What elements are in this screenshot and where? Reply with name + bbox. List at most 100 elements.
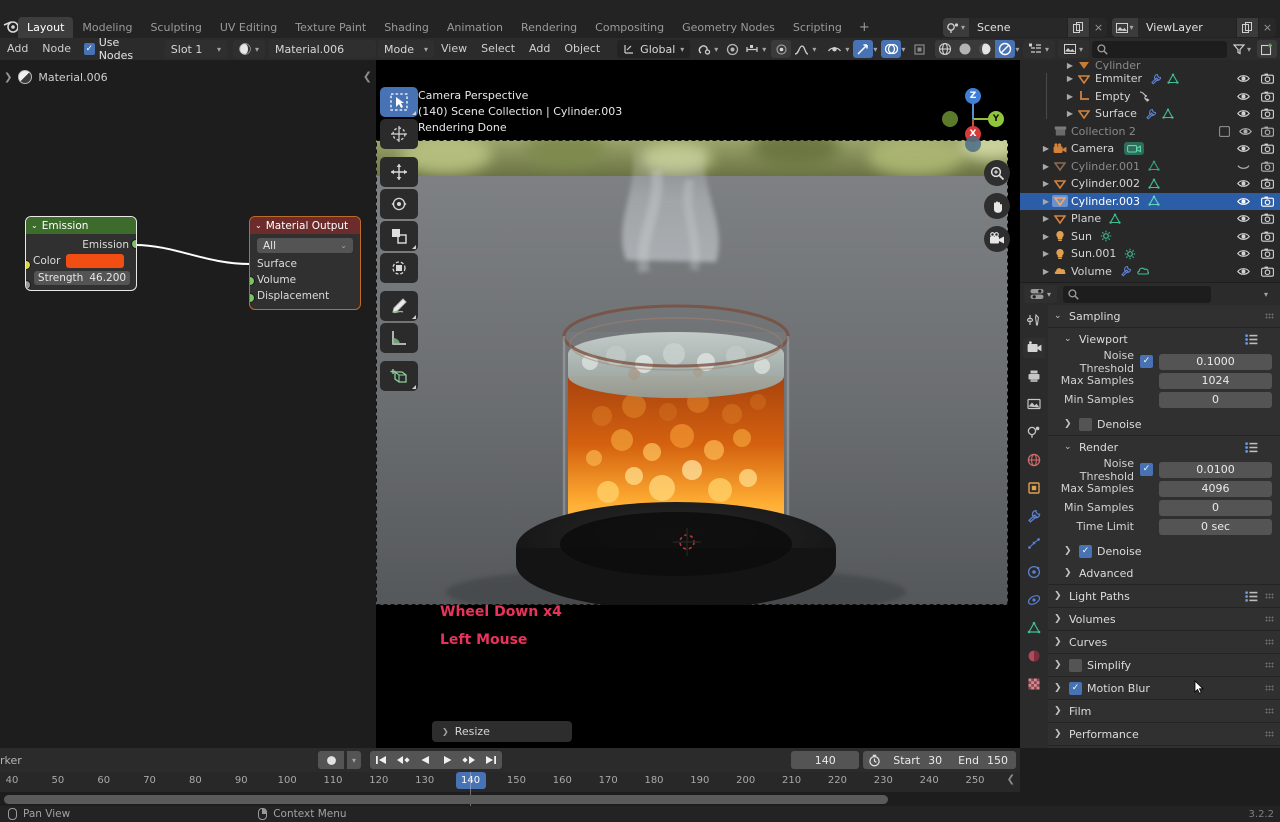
gizmo-axis-neg-z[interactable] (965, 136, 981, 152)
transform-tool[interactable] (380, 253, 418, 283)
panel-render[interactable]: ⌄ Render Noise Threshold ✓ 0.0100 Max Sa… (1048, 436, 1280, 540)
min-samples-value[interactable]: 0 (1159, 499, 1272, 516)
min-samples-value[interactable]: 0 (1159, 391, 1272, 408)
annotate-tool[interactable] (380, 291, 418, 321)
tab-render[interactable] (1023, 338, 1045, 358)
eye-icon[interactable] (1237, 91, 1250, 102)
outliner-row-surface[interactable]: ▶ Surface (1020, 104, 1280, 123)
modifier-icon[interactable] (1145, 108, 1157, 120)
viewport-menu-object[interactable]: Object (557, 40, 607, 58)
mesh-data-icon[interactable] (1148, 178, 1160, 190)
output-target-dropdown[interactable]: All ⌄ (257, 238, 353, 253)
jump-to-end-button[interactable] (480, 751, 502, 769)
mesh-data-icon[interactable] (1109, 213, 1121, 225)
camera-render-icon[interactable] (1261, 231, 1274, 242)
play-reverse-button[interactable] (414, 751, 436, 769)
snap-increment-icon[interactable] (742, 40, 762, 58)
chevron-down-icon[interactable]: ⌄ (31, 221, 38, 230)
eye-icon[interactable] (1237, 213, 1250, 224)
camera-view-icon[interactable] (984, 226, 1010, 252)
snap-magnet-icon[interactable] (694, 40, 714, 58)
eye-closed-icon[interactable] (1237, 161, 1250, 172)
expand-arrow-icon[interactable]: ▶ (1040, 144, 1052, 153)
show-gizmo-icon[interactable] (853, 40, 874, 58)
outliner-row-plane[interactable]: ▶ Plane (1020, 210, 1280, 228)
viewport-menu-select[interactable]: Select (474, 40, 522, 58)
properties-options-chevron-down-icon[interactable]: ▾ (1256, 285, 1276, 303)
camera-render-icon[interactable] (1261, 108, 1274, 120)
timeline-editor[interactable]: rker ▾ 140 Start 30 End 150 40 50 60 70 … (0, 748, 1020, 806)
new-scene-button[interactable] (1067, 18, 1089, 37)
operator-redo-panel[interactable]: ❯ Resize (432, 721, 572, 742)
workspace-tab-rendering[interactable]: Rendering (512, 17, 586, 38)
workspace-tab-modeling[interactable]: Modeling (73, 17, 141, 38)
noise-threshold-value[interactable]: 0.1000 (1159, 353, 1272, 370)
panel-light-paths[interactable]: ❯ Light Paths (1048, 585, 1280, 608)
modifier-icon[interactable] (1150, 73, 1162, 85)
socket-strength-in[interactable] (26, 281, 30, 289)
max-samples-value[interactable]: 4096 (1159, 480, 1272, 497)
expand-arrow-icon[interactable]: ▶ (1040, 249, 1052, 258)
node-header[interactable]: ⌄ Material Output (250, 217, 360, 234)
outliner-row-sun-001[interactable]: ▶ Sun.001 (1020, 245, 1280, 263)
auto-keying-button[interactable] (318, 751, 344, 769)
mesh-data-icon[interactable] (1148, 160, 1160, 172)
camera-render-icon[interactable] (1261, 248, 1274, 260)
mode-selector[interactable]: Mode ▾ (378, 40, 434, 58)
tab-physics[interactable] (1023, 562, 1045, 582)
tab-modifiers[interactable] (1023, 506, 1045, 526)
viewport-menu-add[interactable]: Add (522, 40, 557, 58)
tab-world[interactable] (1023, 450, 1045, 470)
tab-scene[interactable] (1023, 422, 1045, 442)
material-browse-button[interactable]: ▾ (232, 40, 265, 58)
add-workspace-button[interactable]: + (851, 17, 878, 38)
properties-search-input[interactable] (1063, 285, 1212, 303)
workspace-tab-geometry-nodes[interactable]: Geometry Nodes (673, 17, 784, 38)
panel-header-denoise-render[interactable]: ❯ ✓ Denoise (1048, 540, 1280, 562)
gizmo-axis-y[interactable]: Y (988, 111, 1004, 127)
panel-denoise-viewport[interactable]: ❯ Denoise (1048, 413, 1280, 436)
preset-list-icon[interactable] (1245, 442, 1258, 453)
panel-header-viewport[interactable]: ⌄ Viewport (1048, 328, 1280, 350)
tab-tool[interactable] (1023, 310, 1045, 330)
workspace-tab-uv-editing[interactable]: UV Editing (211, 17, 286, 38)
tab-constraints[interactable] (1023, 590, 1045, 610)
next-keyframe-button[interactable] (458, 751, 480, 769)
panel-header-motion-blur[interactable]: ❯ ✓ Motion Blur (1048, 677, 1280, 699)
color-swatch[interactable] (66, 254, 125, 268)
outliner-row-cylinder-002[interactable]: ▶ Cylinder.002 (1020, 175, 1280, 193)
timeline-ruler[interactable]: 4050607080901001101201301401501601701801… (0, 772, 1020, 792)
eye-icon[interactable] (1237, 266, 1250, 277)
measure-tool[interactable] (380, 323, 418, 353)
chevron-down-icon[interactable]: ⌄ (255, 221, 262, 230)
socket-emission-out[interactable] (132, 240, 136, 248)
mesh-data-icon[interactable] (1162, 108, 1174, 120)
workspace-tab-scripting[interactable]: Scripting (784, 17, 851, 38)
light-data-icon[interactable] (1100, 230, 1112, 242)
delete-scene-button[interactable]: × (1089, 18, 1107, 37)
collection-exclude-checkbox[interactable] (1219, 125, 1230, 137)
show-overlays-icon[interactable] (881, 40, 902, 58)
eye-icon[interactable] (1239, 126, 1252, 137)
shader-editor[interactable]: ❯ Material.006 ❮ ⌄ Emission Emission Col… (0, 60, 376, 748)
material-slot-selector[interactable]: Slot 1 ▾ (164, 40, 227, 58)
simplify-checkbox[interactable] (1069, 658, 1082, 672)
panel-bake[interactable]: ❯ Bake (1048, 746, 1280, 748)
node-emission[interactable]: ⌄ Emission Emission Color Strength 46.20 (26, 217, 136, 290)
expand-arrow-icon[interactable]: ▶ (1040, 179, 1052, 188)
end-frame-field[interactable]: End 150 (950, 754, 1016, 767)
denoise-viewport-checkbox[interactable] (1079, 417, 1092, 431)
preset-list-icon[interactable] (1245, 334, 1258, 345)
gizmo-axis-neg-y[interactable] (942, 111, 958, 127)
camera-data-icon[interactable] (1124, 142, 1145, 156)
expand-arrow-icon[interactable]: ▶ (1040, 162, 1052, 171)
tab-particles[interactable] (1023, 534, 1045, 554)
expand-arrow-icon[interactable]: ▶ (1040, 267, 1052, 276)
panel-header-light-paths[interactable]: ❯ Light Paths (1048, 585, 1280, 607)
outliner-row-collection-2[interactable]: Collection 2 (1020, 123, 1280, 141)
panel-header-render[interactable]: ⌄ Render (1048, 436, 1280, 458)
panel-performance[interactable]: ❯ Performance (1048, 723, 1280, 746)
camera-render-icon[interactable] (1261, 143, 1274, 155)
node-material-output[interactable]: ⌄ Material Output All ⌄ Surface Volume D… (250, 217, 360, 309)
scale-tool[interactable] (380, 221, 418, 251)
